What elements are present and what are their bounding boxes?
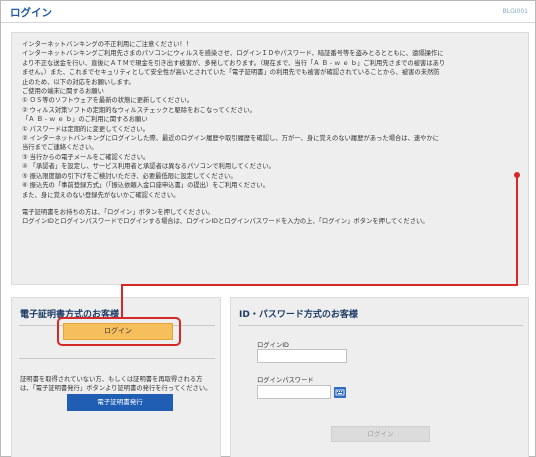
notice-footer-line: ログインIDとログインパスワードでログインする場合は、ログインIDとログインパス… xyxy=(22,218,429,226)
notice-line: また、身に覚えのない登録先がないかご確認ください。 xyxy=(22,191,180,199)
callout-line xyxy=(122,284,517,286)
software-keyboard-icon[interactable] xyxy=(334,387,346,398)
callout-line xyxy=(121,284,123,319)
id-login-button[interactable]: ログイン xyxy=(331,426,430,442)
login-password-input[interactable] xyxy=(257,385,331,399)
page-title: ログイン xyxy=(10,7,52,19)
notice-line: ② ウィルス対策ソフトの定期的なウィルスチェックと駆除をおこなってください。 xyxy=(22,106,256,114)
login-page: ログイン BLGI001 インターネットバンキングの不正利用にご注意ください！！… xyxy=(0,0,536,457)
panel-divider xyxy=(238,325,523,326)
id-panel-title: ID・パスワード方式のお客様 xyxy=(239,310,358,320)
cert-issue-note: 証明書を取得されていない方、もしくは証明書を再取得される方は、「電子証明書発行」… xyxy=(20,376,212,393)
highlight-frame xyxy=(57,317,181,346)
notice-line: より不正な送金を行い、直後にＡＴＭで現金を引き出す被害が、多発しております。（現… xyxy=(22,59,446,67)
login-password-label: ログインパスワード xyxy=(257,377,314,384)
notice-line: ません。）また、これまでセキュリティとして安全性が高いとされていた「電子証明書」… xyxy=(22,69,440,77)
notice-line: インターネットバンキングご利用先さまのパソコンにウィルスを感染させ、ログインＩＤ… xyxy=(22,50,444,58)
notice-line: 「Ａ Ｂ - ｗ ｅ ｂ」のご利用に関するお願い xyxy=(22,116,148,124)
notice-line: ① ＯＳ等のソフトウェアを最新の状態に更新してください。 xyxy=(22,97,193,105)
notice-line: ⑤ 振込限度額の引下げをご検討いただき、必要最低限に設定してください。 xyxy=(22,172,237,180)
notice-line: ③ 当行からの電子メールをご確認ください。 xyxy=(22,153,150,161)
cert-panel-separator xyxy=(19,358,215,359)
page-header: ログイン BLGI001 xyxy=(1,1,535,23)
notice-line: 止のため、以下の対応をお願いします。 xyxy=(22,78,135,86)
notice-line: ② インターネットバンキングにログインした際、最近のログイン履歴や取引履歴を確認… xyxy=(22,135,440,143)
screen-code: BLGI001 xyxy=(502,8,528,15)
login-id-label: ログインID xyxy=(257,342,289,349)
notice-line: ご使用の端末に関するお願い xyxy=(22,88,104,96)
cert-issue-button[interactable]: 電子証明書発行 xyxy=(67,394,173,411)
notice-line: ① パスワードは定期的に変更してください。 xyxy=(22,125,149,133)
security-notice: インターネットバンキングの不正利用にご注意ください！！ インターネットバンキング… xyxy=(11,32,529,285)
callout-dot xyxy=(514,172,520,178)
notice-line: ⑥ 振込先の「事前登録方式」（「振込依頼入金口座申込書」の提出）をご利用ください… xyxy=(22,182,269,190)
notice-line: インターネットバンキングの不正利用にご注意ください！！ xyxy=(22,41,193,48)
notice-line: ④ 「承認者」を設定し、サービス利用者と承認者は異なるパソコンで利用してください… xyxy=(22,163,275,171)
callout-line xyxy=(516,176,518,286)
login-id-input[interactable] xyxy=(257,349,347,363)
notice-line: 当行までご連絡ください。 xyxy=(22,144,98,152)
notice-footer-line: 電子証明書をお持ちの方は、「ログイン」ボタンを押してください。 xyxy=(22,208,214,216)
